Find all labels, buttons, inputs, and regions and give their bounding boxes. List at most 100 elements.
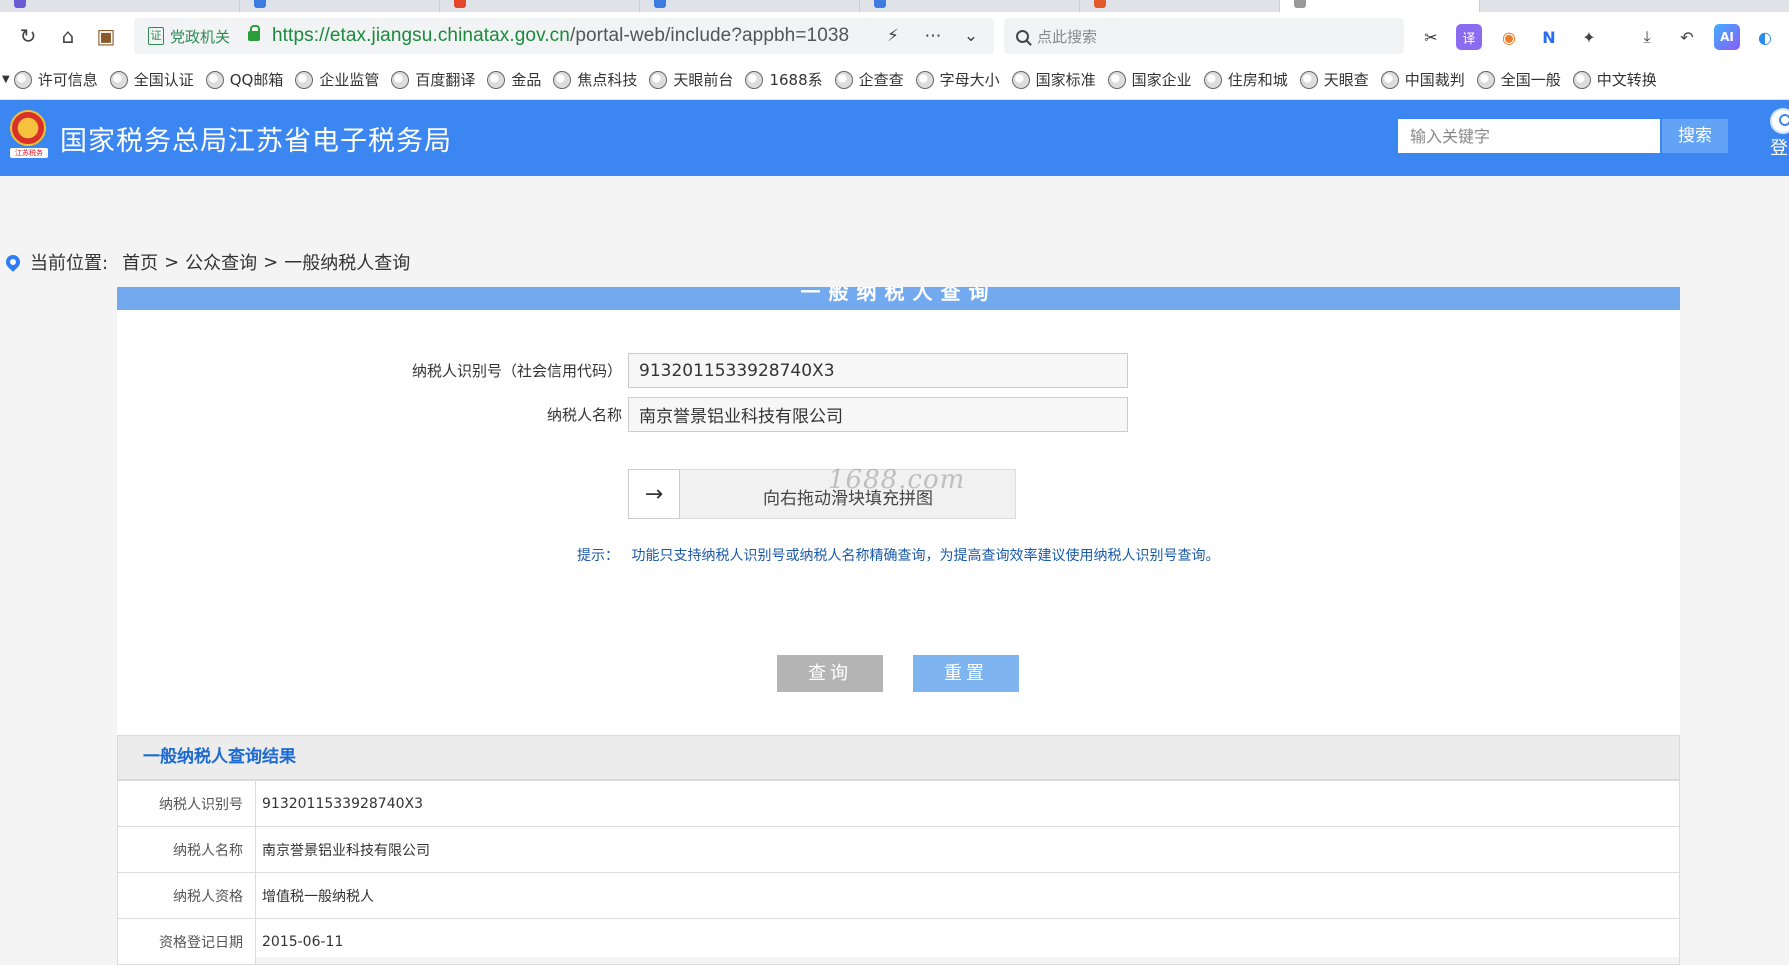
bookmark-label: 1688系 (769, 71, 823, 89)
bookmark-item[interactable]: 全国一般 (1476, 69, 1561, 90)
url-path: /portal-web/include?appbh=1038 (569, 25, 850, 46)
breadcrumb-home[interactable]: 首页 (122, 249, 158, 275)
gamepad-icon[interactable]: ◉ (1496, 24, 1522, 50)
result-value: 2015-06-11 (255, 918, 1680, 965)
globe-icon (1011, 70, 1030, 89)
download-icon[interactable]: ⤓ (1634, 24, 1660, 50)
bookmark-item[interactable]: 许可信息 (13, 69, 98, 90)
bookmark-label: 百度翻译 (415, 71, 476, 89)
query-button[interactable]: 查询 (777, 655, 883, 692)
undo-icon[interactable]: ↶ (1674, 24, 1700, 50)
taxpayer-name-input[interactable] (628, 397, 1128, 432)
table-row: 纳税人资格 增值税一般纳税人 (117, 872, 1680, 919)
bookmark-item[interactable]: 字母大小 (915, 69, 1000, 90)
table-row: 纳税人名称 南京誉景铝业科技有限公司 (117, 826, 1680, 873)
site-search-button[interactable]: 搜索 (1662, 119, 1728, 153)
more-icon[interactable]: ⋯ (918, 18, 948, 54)
browser-logo-icon[interactable]: ◐ (1752, 24, 1778, 50)
bookmark-label: 中文转换 (1596, 71, 1657, 89)
reset-button[interactable]: 重置 (913, 655, 1019, 692)
extensions-icon[interactable]: ✦ (1576, 24, 1602, 50)
ai-writing-icon[interactable]: N (1536, 24, 1562, 50)
user-icon (1770, 108, 1789, 134)
globe-icon (1380, 70, 1399, 89)
bookmark-item[interactable]: 金品 (487, 69, 541, 90)
briefcase-icon[interactable]: ▣ (92, 22, 120, 50)
url-text[interactable]: https://etax.jiangsu.chinatax.gov.cn/por… (272, 25, 849, 47)
captcha-slider[interactable]: → 向右拖动滑块填充拼图 (628, 469, 1016, 519)
bookmark-item[interactable]: 住房和城 (1203, 69, 1288, 90)
result-label: 纳税人资格 (117, 872, 256, 919)
slider-instruction: 向右拖动滑块填充拼图 (763, 489, 933, 509)
globe-icon (13, 70, 32, 89)
result-title: 一般纳税人查询结果 (117, 735, 1680, 780)
ai-icon[interactable]: AI (1714, 24, 1740, 50)
browser-tab[interactable] (440, 0, 640, 12)
query-tip: 提示： 功能只支持纳税人识别号或纳税人名称精确查询，为提高查询效率建议使用纳税人… (577, 545, 1219, 565)
result-value: 9132011533928740X3 (255, 780, 1680, 827)
bookmark-item[interactable]: 百度翻译 (391, 69, 475, 90)
breadcrumb-separator: > (164, 251, 180, 273)
home-icon[interactable]: ⌂ (54, 22, 82, 50)
globe-icon (1476, 70, 1495, 89)
bookmark-label: 住房和城 (1227, 71, 1288, 89)
site-search-input[interactable] (1398, 119, 1660, 153)
panel-title: 一般纳税人查询 (800, 287, 997, 304)
bookmark-item[interactable]: 天眼前台 (649, 69, 733, 90)
taxpayer-id-input[interactable] (628, 353, 1128, 388)
search-icon (1016, 29, 1029, 43)
globe-icon (205, 70, 224, 89)
globe-icon (745, 70, 764, 89)
bookmarks-caret-icon[interactable]: ▼ (2, 74, 10, 85)
taxpayer-id-label: 纳税人识别号（社会信用代码） (411, 362, 622, 380)
taxpayer-name-row: 纳税人名称 (400, 397, 1128, 432)
globe-icon (1203, 70, 1222, 89)
browser-tab-active[interactable] (1280, 0, 1480, 12)
slider-handle-arrow-icon[interactable]: → (628, 469, 680, 519)
translate-icon[interactable]: 译 (1456, 24, 1482, 50)
tip-text: 功能只支持纳税人识别号或纳税人名称精确查询，为提高查询效率建议使用纳税人识别号查… (631, 548, 1220, 564)
bookmark-item[interactable]: 中国裁判 (1380, 69, 1465, 90)
tax-emblem-logo: 江苏税务 (10, 110, 48, 160)
tip-label: 提示： (577, 548, 619, 564)
breadcrumb-prefix: 当前位置: (30, 253, 109, 274)
browser-tab[interactable] (640, 0, 860, 12)
result-label: 纳税人识别号 (117, 780, 256, 827)
browser-tab[interactable] (240, 0, 440, 12)
address-bar[interactable]: 证 党政机关 https://etax.jiangsu.chinatax.gov… (134, 18, 994, 54)
bookmark-item[interactable]: 1688系 (745, 69, 823, 90)
reload-icon[interactable]: ↻ (14, 22, 42, 50)
browser-toolbar: ↻ ⌂ ▣ 证 党政机关 https://etax.jiangsu.chinat… (0, 12, 1789, 60)
result-value: 增值税一般纳税人 (255, 872, 1680, 919)
login-button[interactable]: 登 (1770, 108, 1789, 168)
bookmark-label: 企查查 (858, 71, 904, 89)
breadcrumb-current: 一般纳税人查询 (284, 253, 411, 274)
bookmark-label: 字母大小 (939, 71, 1000, 89)
result-table: 纳税人识别号 9132011533928740X3 纳税人名称 南京誉景铝业科技… (117, 780, 1680, 965)
bookmark-item[interactable]: 全国认证 (109, 69, 194, 90)
certificate-icon: 证 (148, 27, 164, 45)
chevron-down-icon[interactable]: ⌄ (956, 18, 986, 54)
bookmark-label: 天眼前台 (673, 71, 734, 89)
gov-badge: 证 党政机关 (148, 26, 230, 47)
bookmark-item[interactable]: 中文转换 (1572, 69, 1657, 90)
breadcrumb-public-query[interactable]: 公众查询 (185, 249, 257, 275)
taxpayer-id-row: 纳税人识别号（社会信用代码） (400, 353, 1128, 388)
bookmark-item[interactable]: 国家企业 (1107, 69, 1192, 90)
bookmark-item[interactable]: 焦点科技 (553, 69, 637, 90)
scissors-icon[interactable]: ✂ (1418, 24, 1444, 50)
bookmark-label: 中国裁判 (1404, 71, 1465, 89)
bookmark-item[interactable]: 天眼查 (1299, 69, 1369, 90)
lightning-icon[interactable]: ⚡ (878, 18, 908, 54)
bookmark-item[interactable]: 企业监管 (295, 69, 379, 90)
url-host: etax.jiangsu.chinatax.gov.cn (329, 25, 570, 46)
browser-tab[interactable] (0, 0, 240, 12)
browser-tab[interactable] (860, 0, 1080, 12)
lock-icon (248, 25, 261, 41)
bookmark-item[interactable]: 企查查 (834, 69, 904, 90)
bookmark-item[interactable]: 国家标准 (1011, 69, 1096, 90)
browser-search-box[interactable]: 点此搜索 (1004, 18, 1404, 54)
browser-tab[interactable] (1080, 0, 1280, 12)
bookmark-item[interactable]: QQ邮箱 (205, 69, 283, 90)
bookmarks-bar: ▼ 许可信息 全国认证 QQ邮箱 企业监管 百度翻译 金品 焦点科技 天眼前台 1688系 企查查… (0, 60, 1789, 100)
